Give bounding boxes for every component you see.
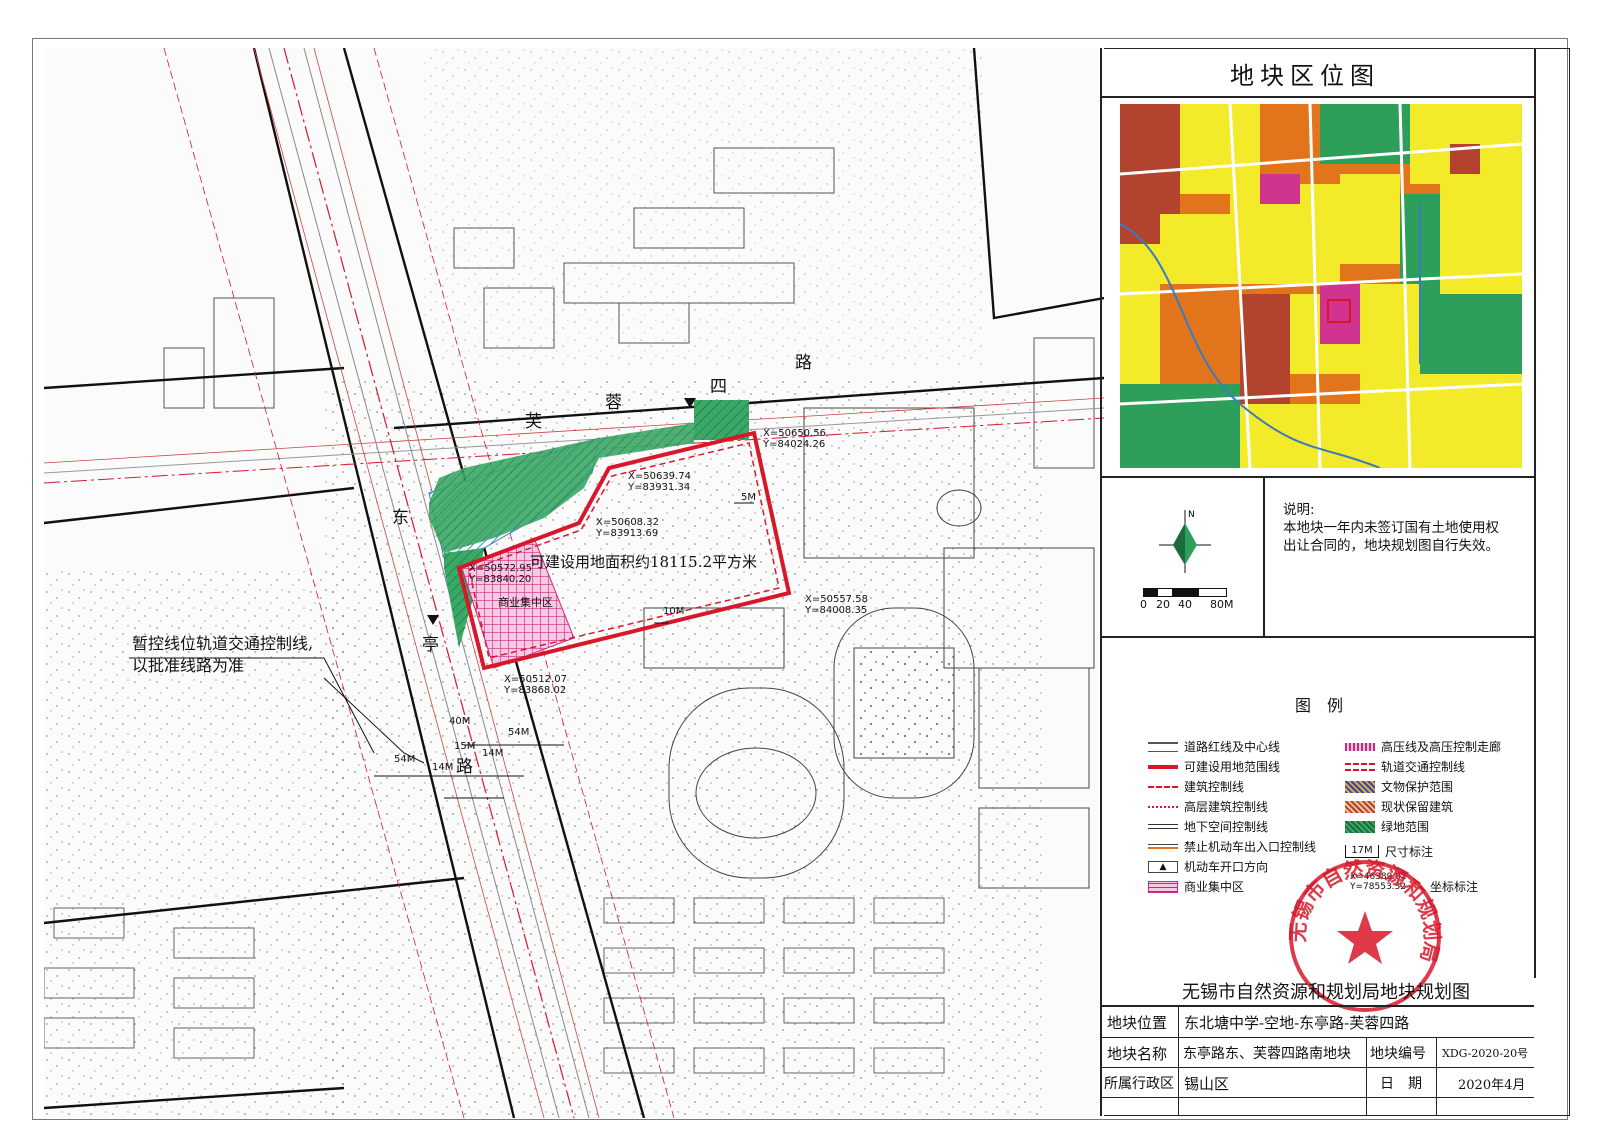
coord-label: X=50557.58 Y=84008.35 xyxy=(805,594,868,616)
building-control-icon xyxy=(1148,785,1178,788)
road-name-fu: 芙 xyxy=(525,412,542,432)
locator-title: 地块区位图 xyxy=(1230,62,1380,90)
scale-tick: 0 xyxy=(1140,598,1147,611)
titleblock-divider xyxy=(1100,1005,1534,1007)
titleblock-title: 无锡市自然资源和规划局地块规划图 xyxy=(1182,982,1470,1003)
retained-building-icon xyxy=(1345,800,1375,813)
legend-item: ▲ 机动车开口方向 xyxy=(1148,858,1268,875)
rail-note-line-2: 以批准线路为准 xyxy=(132,656,245,675)
buildable-boundary-icon xyxy=(1148,764,1178,769)
note-text: 本地块一年内未签订国有土地使用权出让合同的，地块规划图自行失效。 xyxy=(1283,520,1499,554)
road-name-lu-1: 路 xyxy=(795,353,812,373)
coord-label: X=50650.56 Y=84024.26 xyxy=(763,428,826,450)
titleblock-divider xyxy=(1100,1067,1534,1068)
rail-note-line-1: 暂控线位轨道交通控制线, xyxy=(132,634,314,653)
scale-bar xyxy=(1143,588,1227,597)
legend-item: 商业集中区 xyxy=(1148,878,1244,895)
panel-divider xyxy=(1100,636,1534,638)
panel-divider xyxy=(1100,476,1534,478)
legend-item: 文物保护范围 xyxy=(1345,778,1453,795)
parcel-name-label: 地块名称 xyxy=(1107,1045,1168,1063)
legend-item: 现状保留建筑 xyxy=(1345,798,1453,815)
heritage-icon xyxy=(1345,780,1375,793)
coord-label: X=50572.95 Y=83840.20 xyxy=(469,563,532,585)
road-name-ting: 亭 xyxy=(422,635,439,655)
legend-item: 可建设用地范围线 xyxy=(1148,758,1280,775)
dimension-label: 14M xyxy=(482,748,504,759)
commercial-zone-icon xyxy=(1148,880,1178,893)
district-label: 所属行政区 xyxy=(1104,1076,1174,1092)
titleblock-divider xyxy=(1100,1037,1534,1038)
dimension-label: 5M xyxy=(741,492,756,503)
coord-label: X=50639.74 Y=83931.34 xyxy=(628,471,691,493)
underground-control-icon xyxy=(1148,824,1178,829)
titleblock-divider xyxy=(1100,1097,1534,1098)
location-value: 东北塘中学-空地-东亭路-芙蓉四路 xyxy=(1184,1014,1410,1032)
legend-item: 地下空间控制线 xyxy=(1148,818,1268,835)
coord-label: X=50512.07 Y=83868.02 xyxy=(504,674,567,696)
panel-divider xyxy=(1534,48,1536,978)
locator-map xyxy=(1120,104,1522,468)
north-arrow-icon: N xyxy=(1159,510,1211,573)
legend-item: 禁止机动车出入口控制线 xyxy=(1148,838,1316,855)
vehicle-entry-arrow-icon: ▲ xyxy=(1148,860,1178,873)
date-label: 日 期 xyxy=(1380,1076,1422,1092)
buildable-area-label: 可建设用地面积约18115.2平方米 xyxy=(530,553,758,571)
parcel-code-label: 地块编号 xyxy=(1370,1046,1426,1062)
scale-tick: 20 xyxy=(1156,598,1170,611)
date-value: 2020年4月 xyxy=(1458,1078,1526,1093)
panel-divider xyxy=(1100,96,1534,98)
dimension-label: 40M xyxy=(449,716,471,727)
titleblock-divider xyxy=(1178,1005,1179,1116)
site-plan-map xyxy=(44,48,1104,1118)
svg-text:N: N xyxy=(1188,510,1195,520)
dimension-label: 14M xyxy=(432,762,454,773)
panel-divider xyxy=(1263,476,1265,636)
road-name-dong: 东 xyxy=(392,508,409,528)
road-name-rong: 蓉 xyxy=(605,393,622,413)
legend-item: 高压线及高压控制走廊 xyxy=(1345,738,1501,755)
rail-control-icon xyxy=(1345,762,1375,771)
road-redline-icon xyxy=(1148,741,1178,752)
legend-item: 建筑控制线 xyxy=(1148,778,1244,795)
dimension-label: 15M xyxy=(454,741,476,752)
road-name-lu-2: 路 xyxy=(456,757,473,777)
legend-item: 轨道交通控制线 xyxy=(1345,758,1465,775)
no-vehicle-entry-icon xyxy=(1148,844,1178,849)
green-area-icon xyxy=(1345,820,1375,833)
high-voltage-icon xyxy=(1345,742,1375,751)
legend-item: 高层建筑控制线 xyxy=(1148,798,1268,815)
road-name-si: 四 xyxy=(710,377,727,397)
titleblock-divider xyxy=(1436,1037,1437,1116)
legend-item: 道路红线及中心线 xyxy=(1148,738,1280,755)
location-label: 地块位置 xyxy=(1107,1014,1168,1032)
parcel-code-value: XDG-2020-20号 xyxy=(1442,1047,1529,1060)
dimension-label: 54M xyxy=(508,727,530,738)
scale-tick: 40 xyxy=(1178,598,1192,611)
coord-label: X=50608.32 Y=83913.69 xyxy=(596,517,659,539)
parcel-name-value: 东亭路东、芙蓉四路南地块 xyxy=(1183,1046,1351,1062)
titleblock-divider xyxy=(1366,1037,1367,1116)
legend-item: 绿地范围 xyxy=(1345,818,1429,835)
dimension-label: 54M xyxy=(394,754,416,765)
panel-divider xyxy=(1100,48,1102,1116)
district-value: 锡山区 xyxy=(1184,1075,1230,1093)
note-label: 说明: xyxy=(1283,502,1315,518)
dimension-label: 10M xyxy=(663,606,685,617)
highrise-control-icon xyxy=(1148,805,1178,808)
scale-tick: 80M xyxy=(1210,598,1234,611)
commercial-zone-label: 商业集中区 xyxy=(498,596,553,609)
legend-title: 图 例 xyxy=(1295,696,1344,715)
